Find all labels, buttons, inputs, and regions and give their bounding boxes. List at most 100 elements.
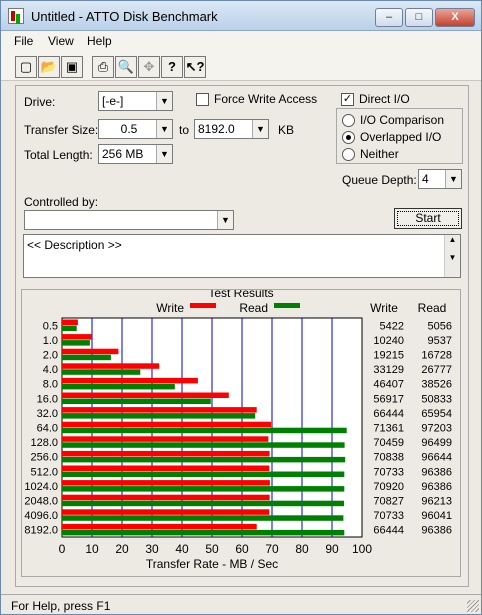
legend-read-label: Read [239, 301, 268, 315]
drive-select[interactable]: [-e-] ▼ [98, 91, 173, 111]
toolbar: ▢ 📂 ▣ ⎙ 🔍 ✥ ? ↖? [1, 51, 481, 81]
description-scrollbar[interactable]: ▲ ▼ [444, 235, 460, 277]
write-bar [62, 450, 270, 457]
description-text: << Description >> [27, 238, 122, 252]
chevron-down-icon[interactable]: ▼ [217, 211, 233, 229]
io-comparison-label: I/O Comparison [360, 113, 445, 127]
overlapped-io-radio[interactable] [342, 131, 355, 144]
read-bar [62, 325, 77, 331]
write-bar [62, 523, 257, 530]
read-value: 96644 [421, 452, 452, 464]
chevron-down-icon[interactable]: ▼ [156, 120, 172, 138]
transfer-size-label: Transfer Size: [24, 123, 99, 137]
drive-value: [-e-] [102, 94, 124, 108]
read-value: 9537 [428, 335, 452, 347]
io-comparison-radio[interactable] [342, 114, 355, 127]
category-label: 4.0 [43, 364, 58, 376]
atto-app-icon [8, 8, 24, 24]
read-value: 5056 [428, 320, 452, 332]
force-write-access-checkbox[interactable] [196, 93, 209, 106]
x-tick-label: 30 [145, 542, 159, 556]
write-value: 56917 [373, 393, 404, 405]
to-label: to [179, 123, 190, 137]
write-value: 5422 [380, 320, 404, 332]
close-button[interactable]: X [435, 8, 475, 27]
save-icon[interactable]: ▣ [61, 56, 83, 78]
category-label: 128.0 [30, 437, 58, 449]
new-icon[interactable]: ▢ [15, 56, 37, 78]
description-box[interactable]: << Description >> ▲ ▼ [23, 234, 461, 278]
category-label: 2048.0 [24, 496, 58, 508]
write-bar [62, 407, 257, 413]
read-value: 96386 [421, 466, 452, 478]
read-value: 16728 [421, 350, 452, 362]
write-bar [62, 319, 78, 325]
menu-file[interactable]: File [14, 34, 33, 48]
read-bar [62, 456, 346, 463]
resize-grip[interactable] [467, 600, 479, 612]
write-bar [62, 377, 198, 384]
read-bar [62, 398, 211, 404]
write-value: 70733 [373, 510, 404, 522]
write-value: 10240 [373, 335, 404, 347]
x-tick-label: 80 [295, 542, 309, 556]
read-bar [62, 354, 111, 361]
category-label: 64.0 [37, 423, 58, 435]
category-label: 0.5 [43, 320, 58, 332]
menu-view[interactable]: View [48, 34, 74, 48]
drive-label: Drive: [24, 95, 56, 109]
write-value: 46407 [373, 379, 404, 391]
x-axis-label: Transfer Rate - MB / Sec [146, 557, 278, 571]
neither-label: Neither [360, 147, 399, 161]
menu-help[interactable]: Help [87, 34, 112, 48]
print-icon[interactable]: ⎙ [92, 56, 114, 78]
read-value: 50833 [421, 393, 452, 405]
read-value: 96386 [421, 481, 452, 493]
x-tick-label: 60 [235, 542, 249, 556]
test-results-group: Test Results Write Read Write Read 0 10 20 30 40 5… [21, 286, 461, 577]
direct-io-checkbox[interactable]: ✓ [341, 93, 354, 106]
open-icon[interactable]: 📂 [38, 56, 60, 78]
move-icon[interactable]: ✥ [138, 56, 160, 78]
chevron-down-icon[interactable]: ▼ [156, 92, 172, 110]
write-bar [62, 465, 270, 471]
start-button[interactable]: Start [394, 208, 462, 229]
controlled-by-select[interactable]: ▼ [24, 210, 234, 230]
chevron-down-icon[interactable]: ▼ [156, 145, 172, 163]
read-value: 38526 [421, 379, 452, 391]
write-value: 70838 [373, 452, 404, 464]
neither-radio[interactable] [342, 148, 355, 161]
x-tick-label: 50 [205, 542, 219, 556]
read-bar [62, 413, 256, 419]
minimize-button[interactable]: – [375, 8, 403, 27]
print-preview-icon[interactable]: 🔍 [115, 56, 137, 78]
transfer-size-to-select[interactable]: 8192.0 ▼ [194, 119, 269, 139]
x-tick-label: 20 [115, 542, 129, 556]
app-window: Untitled - ATTO Disk Benchmark – □ X Fil… [0, 0, 482, 615]
context-help-icon[interactable]: ↖? [184, 56, 206, 78]
x-tick-label: 70 [265, 542, 279, 556]
chevron-down-icon[interactable]: ▼ [445, 170, 461, 188]
category-label: 4096.0 [24, 510, 58, 522]
write-value: 66444 [373, 525, 404, 537]
read-bar [62, 383, 175, 390]
read-bar [62, 486, 345, 492]
category-label: 1024.0 [24, 481, 58, 493]
direct-io-label: Direct I/O [359, 92, 410, 106]
chevron-down-icon[interactable]: ▼ [252, 120, 268, 138]
read-value: 26777 [421, 364, 452, 376]
transfer-size-from-select[interactable]: 0.5 ▼ [98, 119, 173, 139]
write-bar [62, 494, 270, 501]
queue-depth-select[interactable]: 4 ▼ [418, 169, 462, 189]
category-label: 8.0 [43, 379, 58, 391]
write-bar [62, 480, 270, 486]
results-chart: Test Results Write Read Write Read 0 10 20 30 40 5… [24, 286, 452, 571]
help-icon[interactable]: ? [161, 56, 183, 78]
maximize-button[interactable]: □ [405, 8, 433, 27]
write-value: 70920 [373, 481, 404, 493]
write-bar [62, 509, 270, 515]
write-value: 70459 [373, 437, 404, 449]
total-length-select[interactable]: 256 MB ▼ [98, 144, 173, 164]
read-column-header: Read [418, 301, 447, 315]
chart-title: Test Results [208, 290, 273, 300]
